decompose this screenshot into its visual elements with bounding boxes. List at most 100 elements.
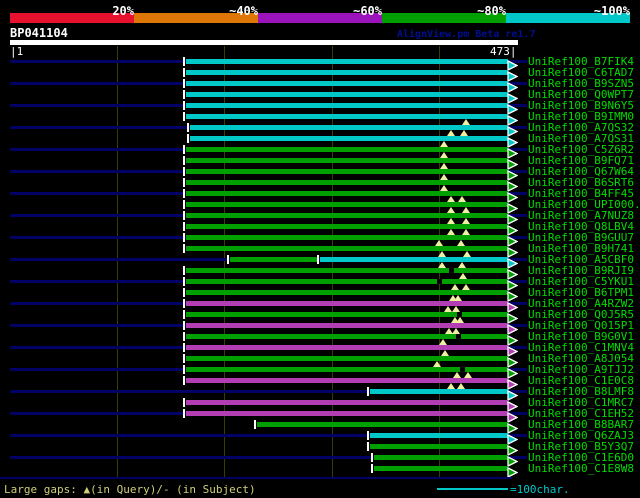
alignment-bar[interactable] bbox=[185, 356, 508, 361]
query-gap-triangle-icon bbox=[446, 218, 455, 224]
segment-start-tick bbox=[367, 387, 370, 396]
segment-start-tick bbox=[182, 409, 185, 418]
segment-start-tick bbox=[182, 90, 185, 99]
query-gap-triangle-icon bbox=[458, 196, 467, 202]
segment-start-tick bbox=[182, 299, 185, 308]
query-gap-triangle-icon bbox=[461, 229, 470, 235]
query-gap-triangle-icon bbox=[457, 240, 466, 246]
alignment-bar[interactable] bbox=[229, 257, 318, 262]
query-gap-triangle-icon bbox=[440, 185, 449, 191]
query-gap-triangle-icon bbox=[461, 284, 470, 290]
segment-start-tick bbox=[182, 145, 185, 154]
alignment-bar[interactable] bbox=[185, 59, 508, 64]
alignment-bar[interactable] bbox=[185, 213, 508, 218]
alignment-bar[interactable] bbox=[185, 180, 508, 185]
alignment-bar[interactable] bbox=[185, 158, 508, 163]
alignment-bar[interactable] bbox=[256, 422, 508, 427]
alignment-bar[interactable] bbox=[374, 455, 508, 460]
segment-start-tick bbox=[182, 112, 185, 121]
segment-start-tick bbox=[182, 101, 185, 110]
scalebar-legend: =100char. bbox=[510, 483, 570, 496]
segment-start-tick bbox=[182, 288, 185, 297]
alignment-bar[interactable] bbox=[370, 433, 508, 438]
query-gap-triangle-icon bbox=[440, 152, 449, 158]
segment-start-tick bbox=[182, 343, 185, 352]
segment-start-tick bbox=[182, 156, 185, 165]
alignment-bar[interactable] bbox=[185, 345, 508, 350]
query-gap-triangle-icon bbox=[460, 130, 469, 136]
alignment-bar[interactable] bbox=[185, 400, 508, 405]
query-gap-triangle-icon bbox=[461, 218, 470, 224]
hit-label[interactable]: UniRef100_C1E8W8 bbox=[528, 463, 634, 474]
segment-start-tick bbox=[182, 189, 185, 198]
segment-start-tick bbox=[182, 57, 185, 66]
segment-start-tick bbox=[187, 134, 190, 143]
segment-start-tick bbox=[182, 244, 185, 253]
query-gap-triangle-icon bbox=[461, 119, 470, 125]
segment-start-tick bbox=[182, 222, 185, 231]
alignment-bar[interactable] bbox=[185, 224, 508, 229]
subject-gap-mark bbox=[448, 268, 454, 273]
query-gap-triangle-icon bbox=[434, 240, 443, 246]
segment-start-tick bbox=[226, 255, 229, 264]
alignment-bar[interactable] bbox=[185, 92, 508, 97]
segment-start-tick bbox=[182, 233, 185, 242]
query-gap-triangle-icon bbox=[456, 317, 465, 323]
alignment-bar[interactable] bbox=[185, 411, 508, 416]
query-gap-triangle-icon bbox=[440, 163, 449, 169]
scalebar-line bbox=[437, 488, 508, 490]
bottom-separator-line bbox=[0, 477, 512, 479]
alignment-bar[interactable] bbox=[185, 70, 508, 75]
query-gap-triangle-icon bbox=[462, 251, 471, 257]
segment-start-tick bbox=[182, 200, 185, 209]
segment-start-tick bbox=[182, 211, 185, 220]
segment-start-tick bbox=[182, 354, 185, 363]
alignment-bar[interactable] bbox=[319, 257, 508, 262]
alignment-bar[interactable] bbox=[185, 202, 508, 207]
segment-start-tick bbox=[371, 453, 374, 462]
segment-start-tick bbox=[182, 79, 185, 88]
query-gap-triangle-icon bbox=[439, 339, 448, 345]
segment-start-tick bbox=[182, 321, 185, 330]
segment-start-tick bbox=[367, 431, 370, 440]
segment-start-tick bbox=[367, 442, 370, 451]
subject-gap-mark bbox=[456, 334, 462, 339]
query-gap-triangle-icon bbox=[463, 372, 472, 378]
query-gap-triangle-icon bbox=[458, 262, 467, 268]
segment-start-tick bbox=[182, 376, 185, 385]
gaps-legend: Large gaps: ▲(in Query)/- (in Subject) bbox=[4, 483, 256, 496]
segment-start-tick bbox=[253, 420, 256, 429]
query-gap-triangle-icon bbox=[432, 361, 441, 367]
query-gap-triangle-icon bbox=[446, 383, 455, 389]
alignment-bar[interactable] bbox=[185, 279, 508, 284]
alignment-bar[interactable] bbox=[370, 444, 508, 449]
segment-start-tick bbox=[316, 255, 319, 264]
bar-arrowhead-icon bbox=[507, 463, 519, 482]
alignment-bar[interactable] bbox=[185, 169, 508, 174]
segment-start-tick bbox=[182, 277, 185, 286]
query-gap-triangle-icon bbox=[457, 383, 466, 389]
query-gap-triangle-icon bbox=[452, 372, 461, 378]
query-gap-triangle-icon bbox=[451, 328, 460, 334]
alignment-bar[interactable] bbox=[185, 81, 508, 86]
alignment-bar[interactable] bbox=[185, 103, 508, 108]
alignment-bar[interactable] bbox=[185, 246, 508, 251]
segment-start-tick bbox=[182, 167, 185, 176]
alignment-bar[interactable] bbox=[185, 114, 508, 119]
segment-start-tick bbox=[182, 310, 185, 319]
query-gap-triangle-icon bbox=[446, 229, 455, 235]
alignment-bar[interactable] bbox=[374, 466, 508, 471]
alignment-bar[interactable] bbox=[190, 136, 508, 141]
query-gap-triangle-icon bbox=[440, 174, 449, 180]
segment-start-tick bbox=[182, 398, 185, 407]
alignment-bar[interactable] bbox=[370, 389, 508, 394]
query-gap-triangle-icon bbox=[440, 141, 449, 147]
query-gap-triangle-icon bbox=[446, 207, 455, 213]
query-gap-triangle-icon bbox=[437, 262, 446, 268]
query-gap-triangle-icon bbox=[459, 273, 468, 279]
query-gap-triangle-icon bbox=[446, 196, 455, 202]
segment-start-tick bbox=[182, 266, 185, 275]
alignment-bar[interactable] bbox=[185, 147, 508, 152]
query-gap-triangle-icon bbox=[441, 350, 450, 356]
query-gap-triangle-icon bbox=[461, 207, 470, 213]
